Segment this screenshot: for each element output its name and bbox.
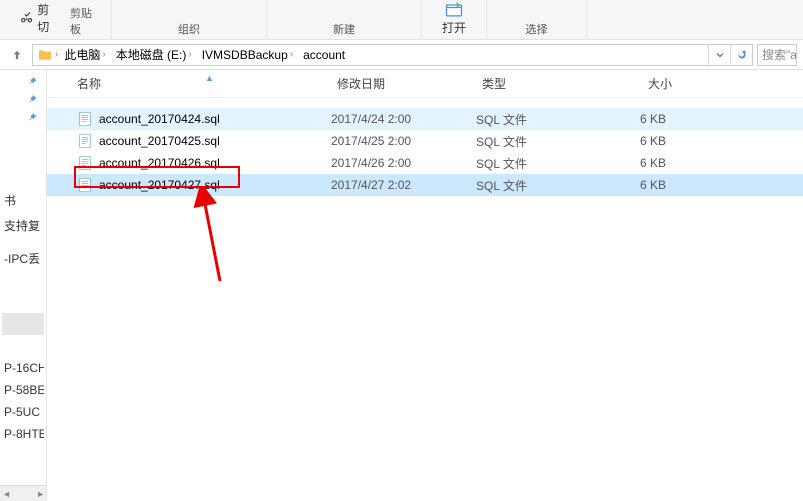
folder-icon <box>37 47 53 63</box>
sql-file-icon <box>77 177 93 193</box>
ribbon-group-new: 新建 <box>267 0 422 39</box>
refresh-button[interactable] <box>730 45 752 65</box>
file-type: SQL 文件 <box>476 155 596 172</box>
breadcrumb-item[interactable]: IVMSDBBackup› <box>198 48 297 62</box>
file-name: account_20170426.sql <box>99 156 220 170</box>
ribbon-group-select: 选择 <box>487 0 587 39</box>
file-type: SQL 文件 <box>476 111 596 128</box>
nav-item[interactable]: P-16CH <box>2 357 44 379</box>
file-type: SQL 文件 <box>476 177 596 194</box>
ribbon-group-label: 新建 <box>333 21 355 37</box>
up-button[interactable] <box>6 44 28 66</box>
arrow-up-icon <box>10 48 24 62</box>
ribbon-open-label: 打开 <box>442 19 466 36</box>
column-type[interactable]: 类型 <box>482 75 602 92</box>
file-list-area: ▲ 名称 修改日期 类型 大小 account_20170424.sql 2017… <box>47 70 803 501</box>
file-row[interactable]: account_20170424.sql 2017/4/24 2:00SQL 文件… <box>47 108 803 130</box>
pin-icon[interactable] <box>21 92 44 110</box>
breadcrumb-item[interactable]: 此电脑› <box>60 46 109 63</box>
file-list: account_20170424.sql2017/4/24 2:00SQL 文件… <box>47 108 803 196</box>
file-date: 2017/4/25 2:00 <box>331 134 476 148</box>
nav-item[interactable]: 支持复 <box>2 213 44 238</box>
column-headers[interactable]: 名称 修改日期 类型 大小 <box>47 70 803 98</box>
ribbon-group-label: 剪贴板 <box>70 5 101 37</box>
file-date: 2017/4/27 2:02 <box>331 178 476 192</box>
column-date[interactable]: 修改日期 <box>337 75 482 92</box>
file-date: 2017/4/26 2:00 <box>331 156 476 170</box>
file-name: account_20170427.sql <box>99 178 220 192</box>
main-area: 书 支持复 -IPC丢 P-16CH P-58BE P-5UC P-8HTE ◄… <box>0 70 803 501</box>
ribbon: 剪切 剪贴板 组织 新建 打开 选择 <box>0 0 803 40</box>
nav-item[interactable]: 书 <box>2 188 44 213</box>
breadcrumb-item[interactable]: account <box>299 48 349 62</box>
ribbon-open-button[interactable]: 打开 <box>422 0 487 39</box>
scissors-icon <box>20 11 33 25</box>
scroll-left-icon[interactable]: ◄ <box>2 489 11 499</box>
sort-indicator-icon: ▲ <box>205 73 214 83</box>
search-placeholder: 搜索"a <box>762 46 797 63</box>
chevron-right-icon: › <box>55 49 58 60</box>
nav-scrollbar-thumb[interactable] <box>2 313 44 335</box>
sql-file-icon <box>77 111 93 127</box>
address-bar: › 此电脑› 本地磁盘 (E:)› IVMSDBBackup› account … <box>0 40 803 70</box>
file-name: account_20170425.sql <box>99 134 220 148</box>
file-size: 6 KB <box>596 178 676 192</box>
nav-item[interactable]: P-8HTE <box>2 423 44 445</box>
cut-menu-item[interactable]: 剪切 <box>10 1 60 35</box>
sql-file-icon <box>77 133 93 149</box>
sql-file-icon <box>77 155 93 171</box>
file-row[interactable]: account_20170425.sql 2017/4/25 2:00SQL 文件… <box>47 130 803 152</box>
file-size: 6 KB <box>596 156 676 170</box>
nav-item[interactable]: P-58BE <box>2 379 44 401</box>
file-size: 6 KB <box>596 112 676 126</box>
file-row[interactable]: account_20170426.sql 2017/4/26 2:00SQL 文件… <box>47 152 803 174</box>
pin-icon[interactable] <box>21 110 44 128</box>
breadcrumb[interactable]: › 此电脑› 本地磁盘 (E:)› IVMSDBBackup› account <box>32 44 753 66</box>
breadcrumb-dropdown[interactable] <box>708 45 730 65</box>
refresh-icon <box>736 49 748 61</box>
nav-item[interactable]: P-5UC <box>2 401 44 423</box>
nav-horizontal-scrollbar[interactable]: ◄ ► <box>0 485 47 501</box>
chevron-down-icon <box>714 49 726 61</box>
search-input[interactable]: 搜索"a <box>757 44 797 66</box>
file-size: 6 KB <box>596 134 676 148</box>
breadcrumb-item[interactable]: 本地磁盘 (E:)› <box>112 46 196 63</box>
scroll-right-icon[interactable]: ► <box>36 489 45 499</box>
file-name: account_20170424.sql <box>99 112 220 126</box>
nav-item[interactable]: -IPC丢 <box>2 246 44 271</box>
cut-label: 剪切 <box>37 1 60 35</box>
pin-icon[interactable] <box>21 74 44 92</box>
navigation-pane[interactable]: 书 支持复 -IPC丢 P-16CH P-58BE P-5UC P-8HTE ◄… <box>0 70 47 501</box>
column-size[interactable]: 大小 <box>602 75 682 92</box>
ribbon-group-label: 选择 <box>526 21 548 37</box>
ribbon-group-label: 组织 <box>178 21 200 37</box>
file-row[interactable]: account_20170427.sql 2017/4/27 2:02SQL 文件… <box>47 174 803 196</box>
ribbon-group-organize: 组织 <box>112 0 267 39</box>
file-date: 2017/4/24 2:00 <box>331 112 476 126</box>
file-type: SQL 文件 <box>476 133 596 150</box>
open-icon <box>443 0 465 20</box>
ribbon-group-clipboard: 剪贴板 <box>60 0 112 39</box>
